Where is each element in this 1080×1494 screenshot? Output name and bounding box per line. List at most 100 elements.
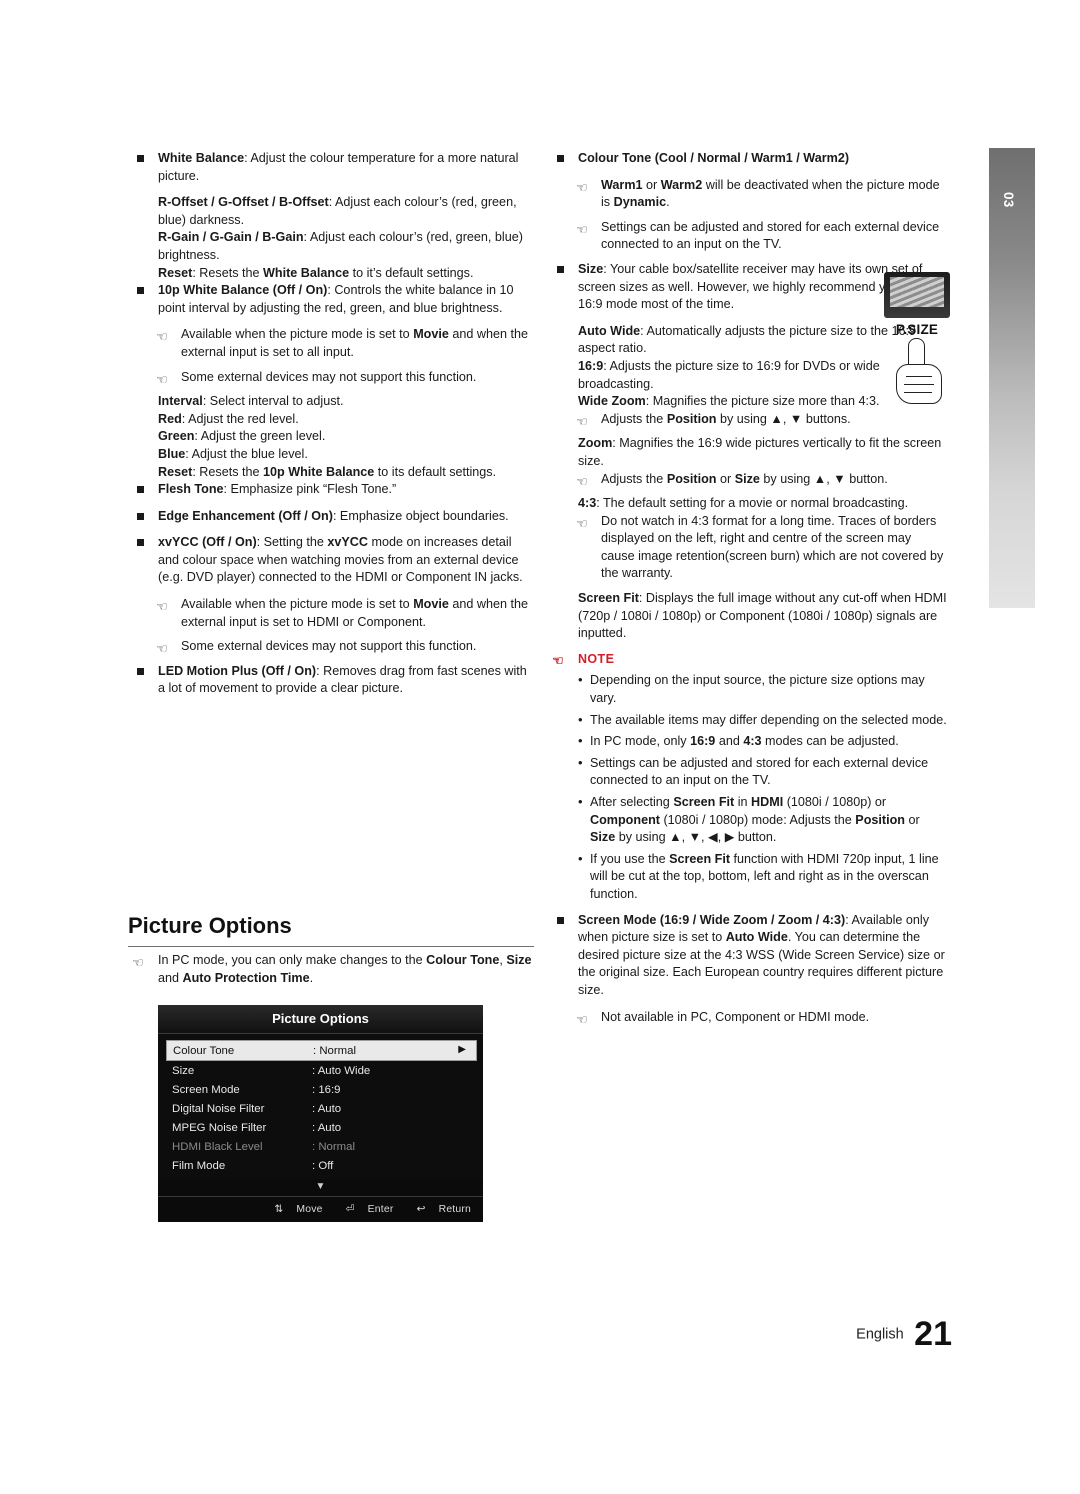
paragraph-text: Interval: Select interval to adjust. <box>158 394 344 409</box>
osd-rows: Colour Tone : Normal ▶ Size : Auto Wide Scree… <box>158 1034 483 1179</box>
chapter-tab-text: 03 Basic Features <box>961 150 1028 250</box>
osd-move-hint: ⇅ Move <box>274 1204 323 1215</box>
paragraph-4-3: 4:3: The default setting for a movie or … <box>548 495 948 513</box>
note-bullet-2: The available items may differ depending… <box>548 711 948 730</box>
osd-row[interactable]: Colour Tone : Normal ▶ <box>166 1040 477 1061</box>
osd-enter-hint: ⏎ Enter <box>345 1204 394 1215</box>
bullet-square-icon <box>137 512 144 520</box>
osd-row-label: Film Mode <box>172 1159 226 1172</box>
osd-row-value: : Auto <box>312 1121 342 1134</box>
note-icon: ☜ <box>576 221 588 237</box>
paragraph-note-settings-stored-1: ☜ Settings can be adjusted and stored for… <box>548 219 948 254</box>
paragraph-text: Screen Mode (16:9 / Wide Zoom / Zoom / 4… <box>578 912 945 997</box>
osd-row-label: MPEG Noise Filter <box>172 1121 267 1134</box>
paragraph-green: Green: Adjust the green level. <box>128 428 534 446</box>
paragraph-white-balance: White Balance: Adjust the colour tempera… <box>128 150 534 185</box>
osd-row[interactable]: Screen Mode: 16:9 <box>172 1080 473 1099</box>
note-bullet-text: In PC mode, only 16:9 and 4:3 modes can … <box>590 734 899 749</box>
chapter-label: Basic Features <box>961 150 976 251</box>
paragraph-interval: Interval: Select interval to adjust. <box>128 393 534 411</box>
chevron-right-icon: ▶ <box>458 1044 466 1055</box>
osd-title: Picture Options <box>158 1005 483 1034</box>
chapter-number: 03 <box>1001 192 1016 208</box>
paragraph-screen-mode: Screen Mode (16:9 / Wide Zoom / Zoom / 4… <box>548 912 948 1000</box>
psize-button-label: P.SIZE <box>895 322 939 337</box>
left-column: White Balance: Adjust the colour tempera… <box>128 150 534 707</box>
paragraph-flesh-tone: Flesh Tone: Emphasize pink “Flesh Tone.” <box>128 481 534 499</box>
bullet-square-icon <box>557 265 564 273</box>
bullet-square-icon <box>137 539 144 547</box>
note-bullet-text: Settings can be adjusted and stored for … <box>590 755 929 788</box>
osd-row-value: : Normal <box>313 1044 357 1057</box>
osd-row-label: Size <box>172 1064 195 1077</box>
bullet-square-icon <box>137 155 144 162</box>
paragraph-text: Wide Zoom: Magnifies the picture size mo… <box>578 394 880 409</box>
paragraph-text: Auto Wide: Automatically adjusts the pic… <box>578 323 916 356</box>
note-icon: ☜ <box>156 371 168 387</box>
paragraph-text: 4:3: The default setting for a movie or … <box>578 496 909 511</box>
osd-row[interactable]: Film Mode : Off <box>172 1156 473 1175</box>
osd-row-label: Digital Noise Filter <box>172 1102 265 1115</box>
paragraph-text: Colour Tone (Cool / Normal / Warm1 / War… <box>578 151 850 165</box>
osd-row-value: : 16:9 <box>312 1083 341 1096</box>
paragraph-blue: Blue: Adjust the blue level. <box>128 446 534 464</box>
paragraph-10p-white-balance: 10p White Balance (Off / On): Controls t… <box>128 282 534 317</box>
paragraph-screen-fit: Screen Fit: Displays the full image with… <box>548 590 948 643</box>
page-footer: English 21 <box>856 1315 952 1354</box>
paragraph-text: Green: Adjust the green level. <box>158 429 326 444</box>
page-title: Picture Options <box>128 913 534 947</box>
paragraph-note-external-devices-2: ☜ Some external devices may not support t… <box>128 638 534 656</box>
paragraph-text: R-Offset / G-Offset / B-Offset: Adjust e… <box>158 195 517 227</box>
paragraph-led-motion-plus: LED Motion Plus (Off / On): Removes drag… <box>128 663 534 698</box>
note-icon: ☜ <box>576 515 588 531</box>
osd-row-value: : Off <box>312 1159 334 1172</box>
paragraph-text: LED Motion Plus (Off / On): Removes drag… <box>158 663 527 696</box>
paragraph-text: Not available in PC, Component or HDMI m… <box>601 1009 870 1024</box>
note-bullet-3: In PC mode, only 16:9 and 4:3 modes can … <box>548 732 948 751</box>
note-icon: ☜ <box>156 599 168 615</box>
note-icon: ☜ <box>576 473 588 489</box>
paragraph-text: Zoom: Magnifies the 16:9 wide pictures v… <box>578 436 942 468</box>
paragraph-text: Reset: Resets the 10p White Balance to i… <box>158 464 497 479</box>
osd-return-hint: ↩ Return <box>416 1204 471 1215</box>
bullet-square-icon <box>557 916 564 924</box>
osd-row-label: Colour Tone <box>173 1044 235 1057</box>
pc-mode-note: ☜ In PC mode, you can only make changes … <box>128 952 534 987</box>
note-heading-text: NOTE <box>578 651 615 666</box>
paragraph-text: Available when the picture mode is set t… <box>181 597 529 629</box>
paragraph-note-external-devices-1: ☜ Some external devices may not support t… <box>128 369 534 387</box>
paragraph-note-movie-mode: ☜ Available when the picture mode is set … <box>128 326 534 361</box>
osd-row-value: : Auto Wide <box>312 1064 371 1077</box>
paragraph-text: 10p White Balance (Off / On): Controls t… <box>158 283 514 315</box>
osd-row[interactable]: Size : Auto Wide <box>172 1061 473 1080</box>
note-bullet-4: Settings can be adjusted and stored for … <box>548 754 948 790</box>
note-icon: ☜ <box>576 413 588 429</box>
osd-row-value: : Auto <box>312 1102 342 1115</box>
osd-scroll-down-icon[interactable]: ▼ <box>158 1179 483 1196</box>
osd-row[interactable]: HDMI Black Level: Normal <box>172 1137 473 1156</box>
bullet-square-icon <box>557 155 564 162</box>
note-icon: ☜ <box>132 955 144 970</box>
note-icon: ☜ <box>156 329 168 345</box>
osd-row[interactable]: Digital Noise Filter : Auto <box>172 1099 473 1118</box>
note-bullet-1: Depending on the input source, the pictu… <box>548 671 948 707</box>
paragraph-text: Do not watch in 4:3 format for a long ti… <box>601 513 944 581</box>
paragraph-gain: R-Gain / G-Gain / B-Gain: Adjust each co… <box>128 229 534 264</box>
paragraph-colour-tone: Colour Tone (Cool / Normal / Warm1 / War… <box>548 150 948 168</box>
paragraph-note-movie-hdmi: ☜ Available when the picture mode is set … <box>128 596 534 631</box>
paragraph-text: Screen Fit: Displays the full image with… <box>578 591 947 641</box>
osd-row-value: : Normal <box>312 1140 356 1153</box>
osd-menu: Picture Options Colour Tone : Normal ▶ Size… <box>158 1005 483 1222</box>
note-heading: ☜ NOTE <box>548 651 948 669</box>
note-bullet-5: After selecting Screen Fit in HDMI (1080… <box>548 793 948 847</box>
paragraph-text: Adjusts the Position or Size by using ▲,… <box>601 471 888 486</box>
pointing-hand-icon <box>894 338 944 404</box>
paragraph-zoom: Zoom: Magnifies the 16:9 wide pictures v… <box>548 435 948 470</box>
paragraph-text: Reset: Resets the White Balance to it’s … <box>158 265 474 280</box>
pc-mode-note-text: In PC mode, you can only make changes to… <box>158 953 532 985</box>
paragraph-text: Red: Adjust the red level. <box>158 411 299 426</box>
paragraph-text: Edge Enhancement (Off / On): Emphasize o… <box>158 508 509 523</box>
psize-remote-graphic: P.SIZE <box>880 272 954 407</box>
paragraph-xvycc: xvYCC (Off / On): Setting the xvYCC mode… <box>128 534 534 587</box>
osd-row[interactable]: MPEG Noise Filter : Auto <box>172 1118 473 1137</box>
